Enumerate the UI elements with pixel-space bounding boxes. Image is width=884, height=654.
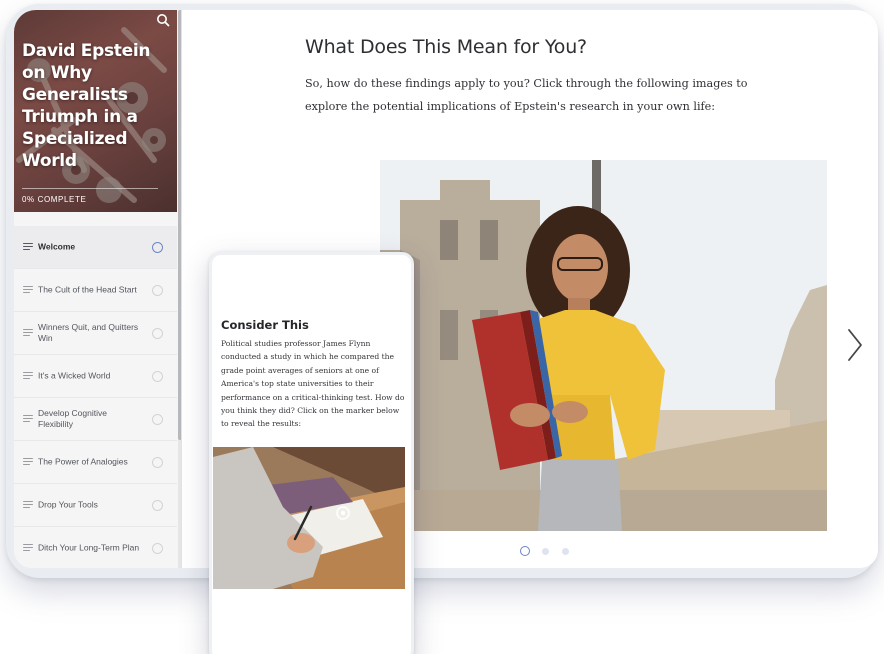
circle-icon (152, 413, 163, 425)
sidebar-item-label: Welcome (38, 241, 76, 252)
sidebar-item-analogies[interactable]: The Power of Analogies (14, 441, 177, 484)
circle-icon (152, 542, 163, 554)
writing-photo-image (213, 447, 405, 589)
sidebar-item-label: It's a Wicked World (38, 370, 111, 381)
course-progress-label: 0% COMPLETE (22, 195, 87, 204)
lines-icon (23, 243, 33, 251)
sidebar-item-label: Winners Quit, and Quitters Win (38, 322, 139, 343)
lesson-menu: Welcome The Cult of the Head Start Winne… (14, 226, 177, 568)
writing-student-photo[interactable] (213, 447, 405, 589)
lines-icon (23, 286, 33, 294)
course-sidebar: David Epstein on Why Generalists Triumph… (14, 10, 182, 568)
student-photo (380, 160, 827, 531)
sidebar-item-label: Drop Your Tools (38, 499, 98, 510)
lines-icon (23, 415, 33, 423)
sidebar-item-label: The Cult of the Head Start (38, 284, 137, 295)
course-title: David Epstein on Why Generalists Triumph… (22, 41, 151, 171)
sidebar-item-cognitive-flexibility[interactable]: Develop Cognitive Flexibility (14, 398, 177, 441)
lines-icon (23, 329, 33, 337)
sidebar-item-welcome[interactable]: Welcome (14, 226, 177, 269)
sidebar-item-label: The Power of Analogies (38, 456, 128, 467)
phone-frame: Consider This Political studies professo… (209, 252, 414, 654)
lines-icon (23, 458, 33, 466)
sidebar-item-long-term-plan[interactable]: Ditch Your Long-Term Plan (14, 527, 177, 568)
carousel-slide-image[interactable] (380, 160, 827, 531)
lesson-intro-text: So, how do these findings apply to you? … (305, 77, 748, 113)
sidebar-item-head-start[interactable]: The Cult of the Head Start (14, 269, 177, 312)
circle-icon (152, 499, 163, 511)
sidebar-item-wicked-world[interactable]: It's a Wicked World (14, 355, 177, 398)
tablet-screen: David Epstein on Why Generalists Triumph… (14, 10, 878, 568)
carousel-pagination (520, 546, 580, 558)
circle-icon (152, 456, 163, 468)
callout-title: Consider This (221, 318, 309, 332)
search-icon[interactable] (155, 12, 171, 28)
carousel-dot-2[interactable] (542, 548, 549, 555)
lines-icon (23, 501, 33, 509)
carousel-dot-3[interactable] (562, 548, 569, 555)
progress-divider (22, 188, 158, 189)
lines-icon (23, 372, 33, 380)
carousel-dot-1[interactable] (520, 546, 530, 556)
circle-icon (152, 370, 163, 382)
course-hero: David Epstein on Why Generalists Triumph… (14, 10, 177, 212)
sidebar-item-label: Develop Cognitive Flexibility (38, 408, 107, 429)
circle-icon (152, 327, 163, 339)
lesson-title: What Does This Mean for You? (305, 36, 587, 58)
sidebar-item-label: Ditch Your Long-Term Plan (38, 542, 140, 553)
chevron-right-icon[interactable] (846, 328, 864, 362)
lines-icon (23, 544, 33, 552)
sidebar-item-drop-tools[interactable]: Drop Your Tools (14, 484, 177, 527)
callout-text: Political studies professor James Flynn … (221, 339, 405, 429)
circle-icon (152, 241, 163, 253)
circle-icon (152, 284, 163, 296)
sidebar-item-winners-quit[interactable]: Winners Quit, and Quitters Win (14, 312, 177, 355)
